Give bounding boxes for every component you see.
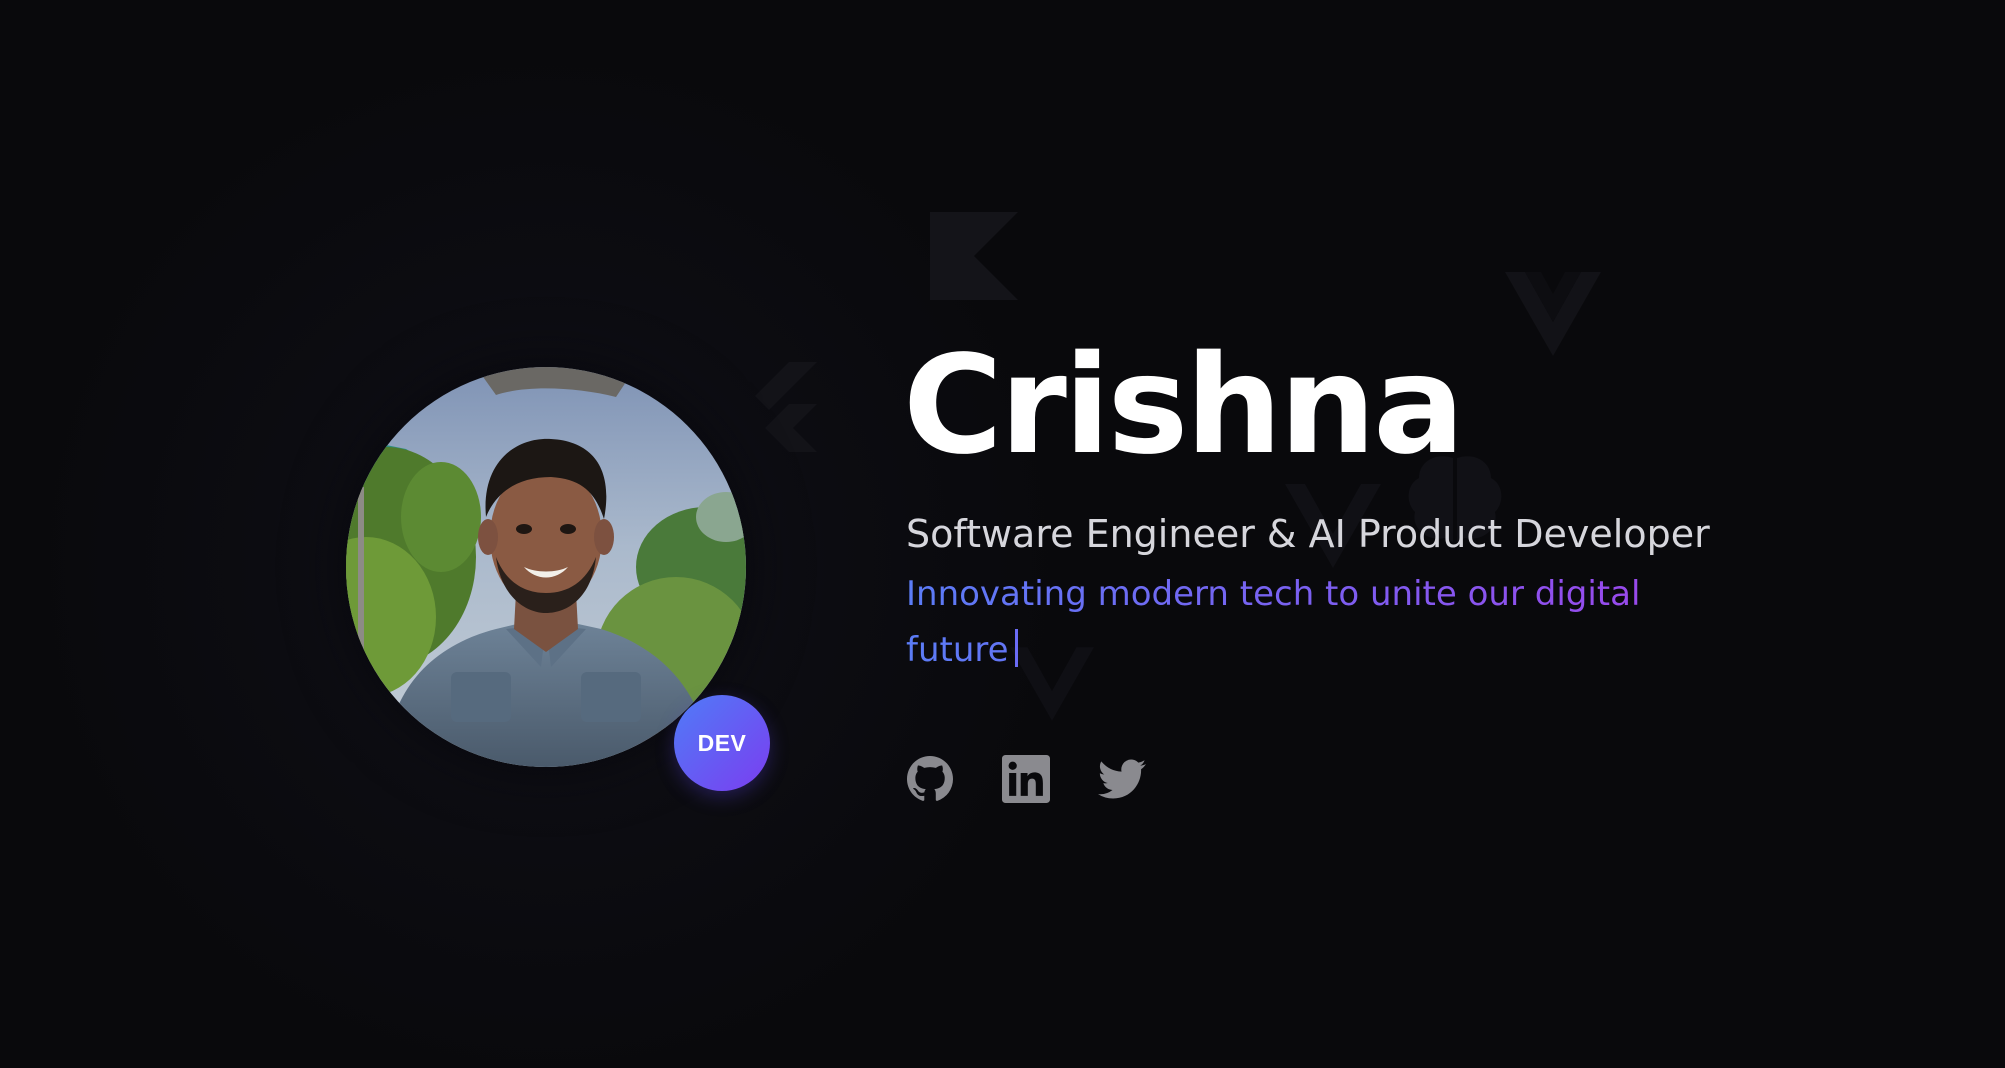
avatar xyxy=(346,367,746,767)
profile-role: Software Engineer & AI Product Developer xyxy=(906,512,1710,556)
twitter-icon xyxy=(1098,759,1146,799)
github-icon xyxy=(907,756,954,801)
profile-name: Crishna xyxy=(903,327,1465,485)
kotlin-icon xyxy=(930,212,1018,300)
typing-cursor xyxy=(1014,629,1018,667)
dev-badge: DEV xyxy=(674,695,770,791)
twitter-link[interactable] xyxy=(1098,755,1146,803)
avatar-photo xyxy=(346,367,746,767)
github-link[interactable] xyxy=(906,755,954,803)
avatar-container xyxy=(306,327,786,807)
profile-tagline: Innovating modern tech to unite our digi… xyxy=(906,566,1666,678)
hero-section: DEV Crishna Software Engineer & AI Produ… xyxy=(0,0,2005,1068)
vue-icon xyxy=(1505,272,1601,356)
linkedin-icon xyxy=(1002,755,1050,803)
linkedin-link[interactable] xyxy=(1002,755,1050,803)
flutter-icon xyxy=(755,362,817,452)
social-links xyxy=(906,755,1146,803)
